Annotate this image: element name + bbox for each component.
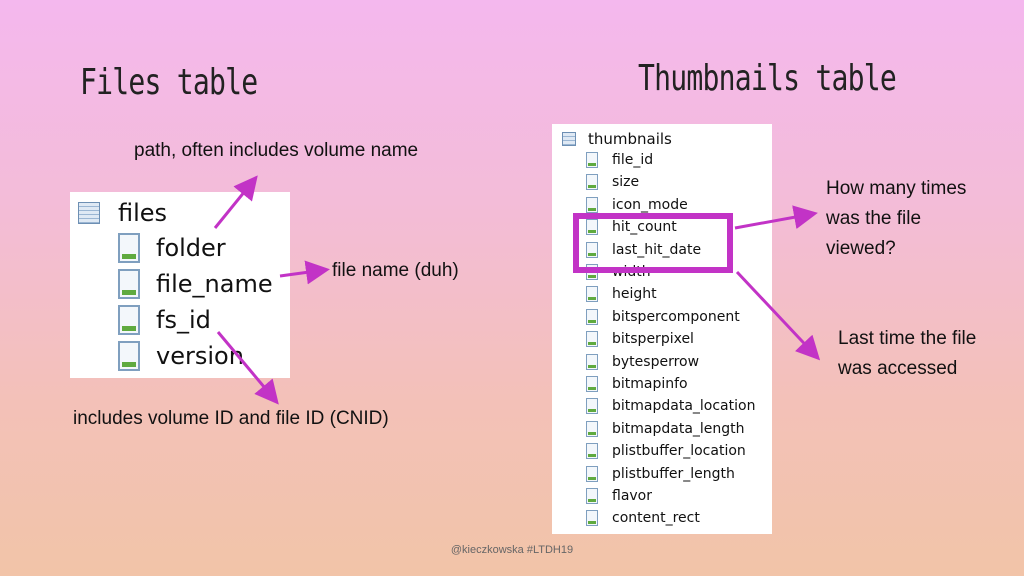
column-icon — [586, 286, 598, 303]
files-table-name: files — [118, 199, 168, 227]
column-icon — [586, 353, 598, 370]
thumbnails-column-row: content_rect — [586, 506, 700, 530]
column-icon — [586, 174, 598, 191]
annotation-last-hit: Last time the file was accessed — [838, 324, 976, 384]
table-icon — [78, 202, 100, 224]
column-icon — [586, 152, 598, 168]
files-table-header: files — [78, 199, 168, 227]
thumbnails-column-row: bytesperrow — [586, 350, 699, 374]
column-icon — [586, 420, 598, 437]
column-label: bytesperrow — [612, 353, 700, 370]
annotation-fs-id: includes volume ID and file ID (CNID) — [73, 408, 389, 429]
column-icon — [586, 331, 598, 348]
column-icon — [586, 196, 598, 213]
column-label: bitmapinfo — [612, 376, 688, 392]
column-label: content_rect — [612, 510, 700, 527]
column-label: bitmapdata_location — [612, 398, 756, 415]
column-label: folder — [156, 234, 226, 262]
column-label: bitsperpixel — [612, 331, 694, 348]
column-label: height — [612, 286, 657, 303]
annotation-hit-count: How many times was the file viewed? — [826, 174, 966, 264]
files-column-version: version — [118, 340, 244, 372]
column-icon — [586, 443, 598, 460]
thumbnails-column-row: plistbuffer_location — [586, 439, 746, 463]
files-column-folder: folder — [118, 232, 226, 264]
thumbnails-table-panel: thumbnails file_id size icon_mode hit_count… — [552, 124, 772, 534]
table-icon — [562, 132, 576, 146]
thumbnails-column-row: plistbuffer_length — [586, 462, 735, 486]
column-label: flavor — [612, 488, 653, 504]
column-label: bitmapdata_length — [612, 420, 745, 437]
thumbnails-column-row: bitmapinfo — [586, 372, 688, 396]
annotation-line: viewed? — [826, 238, 896, 259]
thumbnails-column-row: size — [586, 170, 639, 194]
annotation-line: How many times — [826, 178, 967, 199]
thumbnails-table-title: Thumbnails table — [638, 58, 897, 99]
thumbnails-column-row: height — [586, 282, 657, 306]
column-icon — [586, 465, 598, 482]
thumbnails-column-row: bitmapdata_length — [586, 417, 745, 441]
column-label: bitspercomponent — [612, 308, 740, 325]
files-column-file-name: file_name — [118, 268, 273, 300]
column-icon — [586, 308, 598, 325]
column-icon — [118, 305, 140, 335]
column-label: plistbuffer_length — [612, 465, 735, 482]
thumbnails-column-row: bitspercomponent — [586, 305, 740, 329]
column-icon — [586, 398, 598, 415]
thumbnails-table-name: thumbnails — [588, 130, 672, 148]
files-table-panel: files folder file_name fs_id version — [70, 192, 290, 378]
thumbnails-column-row: bitmapdata_location — [586, 394, 755, 418]
column-label: icon_mode — [612, 196, 688, 213]
column-label: fs_id — [156, 306, 211, 334]
files-table-title: Files table — [80, 62, 258, 103]
column-label: version — [156, 342, 244, 370]
footer-credit: @kieczkowska #LTDH19 — [450, 544, 574, 556]
column-icon — [118, 269, 140, 299]
files-column-fs-id: fs_id — [118, 304, 211, 336]
annotation-path: path, often includes volume name — [134, 140, 419, 161]
column-icon — [118, 341, 140, 371]
highlight-box — [573, 213, 733, 273]
column-icon — [586, 510, 598, 527]
annotation-line: Last time the file — [838, 328, 977, 349]
column-label: plistbuffer_location — [612, 443, 746, 460]
annotation-line: was accessed — [838, 358, 958, 379]
annotation-file-name: file name (duh) — [332, 260, 459, 281]
thumbnails-column-row: flavor — [586, 484, 652, 508]
column-icon — [118, 233, 140, 263]
column-label: file_id — [612, 152, 654, 168]
column-icon — [586, 488, 598, 504]
thumbnails-column-row: file_id — [586, 148, 653, 172]
annotation-line: was the file — [826, 208, 922, 229]
column-label: size — [612, 174, 640, 191]
column-label: file_name — [156, 270, 273, 298]
column-icon — [586, 376, 598, 392]
thumbnails-column-row: bitsperpixel — [586, 327, 694, 351]
